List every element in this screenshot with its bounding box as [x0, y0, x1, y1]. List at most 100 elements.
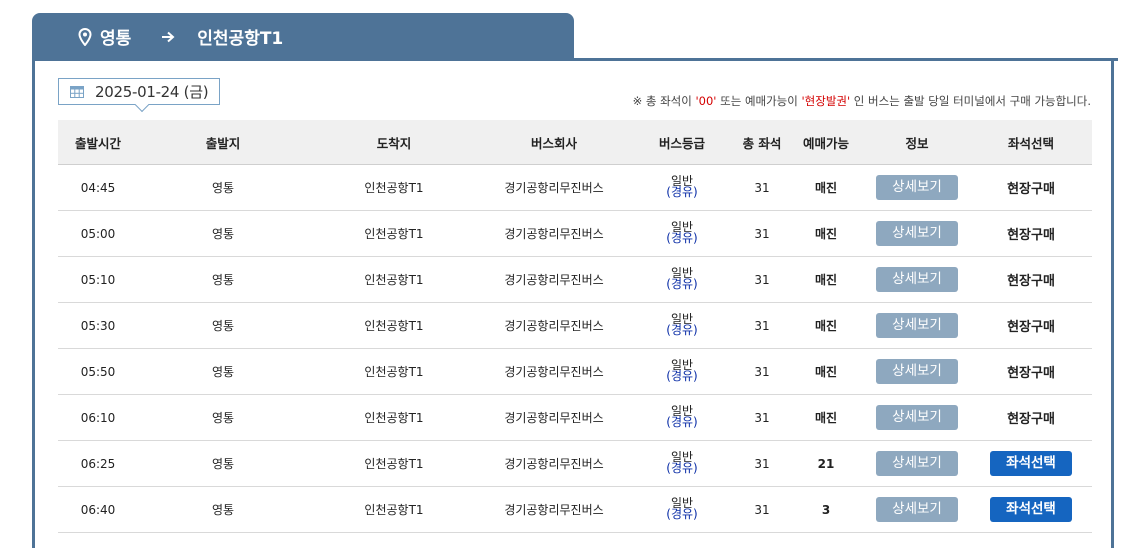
info-cell: 상세보기 [864, 440, 970, 487]
bus-company: 경기공항리무진버스 [480, 486, 628, 533]
header-bus-grade: 버스등급 [628, 120, 736, 165]
origin: 영통 [138, 302, 308, 349]
destination: 인천공항T1 [308, 256, 480, 303]
bus-grade-cell: 일반 (경유) [628, 210, 736, 257]
table-row: 06:40 영통 인천공항T1 경기공항리무진버스 일반 (경유) 31 3 상세보기 좌석선택 [58, 486, 1092, 533]
date-selector[interactable]: 2025-01-24 (금) [58, 78, 220, 113]
route-origin: 영통 [100, 29, 132, 49]
destination: 인천공항T1 [308, 164, 480, 211]
detail-view-button[interactable]: 상세보기 [876, 175, 958, 200]
info-cell: 상세보기 [864, 256, 970, 303]
table-header-row: 출발시간 출발지 도착지 버스회사 버스등급 총 좌석 예매가능 정보 좌석선택 [58, 120, 1092, 165]
bus-grade-cell: 일반 (경유) [628, 348, 736, 395]
detail-view-button[interactable]: 상세보기 [876, 221, 958, 246]
bus-company: 경기공항리무진버스 [480, 302, 628, 349]
seat-select-cell: 현장구매 [970, 164, 1092, 211]
bus-company: 경기공항리무진버스 [480, 164, 628, 211]
bus-grade-via: (경유) [666, 369, 698, 383]
total-seats: 31 [736, 256, 788, 303]
header-available: 예매가능 [788, 120, 864, 165]
bus-company: 경기공항리무진버스 [480, 210, 628, 257]
total-seats: 31 [736, 164, 788, 211]
date-label: 2025-01-24 (금) [95, 83, 209, 101]
seat-select-cell: 좌석선택 [970, 440, 1092, 487]
seat-select-cell: 좌석선택 [970, 486, 1092, 533]
bus-grade-cell: 일반 (경유) [628, 256, 736, 303]
total-seats: 31 [736, 302, 788, 349]
departure-time: 06:10 [58, 394, 138, 441]
available-seats: 3 [788, 486, 864, 533]
seat-select-cell: 현장구매 [970, 210, 1092, 257]
bus-company: 경기공항리무진버스 [480, 440, 628, 487]
header-seat-select: 좌석선택 [970, 120, 1092, 165]
detail-view-button[interactable]: 상세보기 [876, 267, 958, 292]
onsite-purchase-label: 현장구매 [1007, 412, 1055, 427]
departure-time: 04:45 [58, 164, 138, 211]
seat-select-cell: 현장구매 [970, 348, 1092, 395]
table-row: 06:10 영통 인천공항T1 경기공항리무진버스 일반 (경유) 31 매진 상세보기 현장구매 [58, 394, 1092, 441]
arrow-right-icon [161, 31, 175, 43]
detail-view-button[interactable]: 상세보기 [876, 497, 958, 522]
total-seats: 31 [736, 210, 788, 257]
calendar-icon [70, 85, 84, 98]
origin: 영통 [138, 164, 308, 211]
destination: 인천공항T1 [308, 440, 480, 487]
info-cell: 상세보기 [864, 394, 970, 441]
bus-company: 경기공항리무진버스 [480, 348, 628, 395]
bus-grade-via: (경유) [666, 461, 698, 475]
bus-company: 경기공항리무진버스 [480, 256, 628, 303]
bus-grade-via: (경유) [666, 277, 698, 291]
onsite-purchase-label: 현장구매 [1007, 182, 1055, 197]
available-seats: 매진 [788, 164, 864, 211]
departure-time: 06:40 [58, 486, 138, 533]
available-seats: 매진 [788, 348, 864, 395]
detail-view-button[interactable]: 상세보기 [876, 359, 958, 384]
seat-select-button[interactable]: 좌석선택 [990, 451, 1072, 476]
onsite-purchase-label: 현장구매 [1007, 320, 1055, 335]
info-cell: 상세보기 [864, 348, 970, 395]
origin: 영통 [138, 256, 308, 303]
route-destination: 인천공항T1 [197, 29, 284, 49]
destination: 인천공항T1 [308, 486, 480, 533]
bus-grade-cell: 일반 (경유) [628, 164, 736, 211]
header-departure-time: 출발시간 [58, 120, 138, 165]
total-seats: 31 [736, 440, 788, 487]
available-seats: 21 [788, 440, 864, 487]
onsite-purchase-label: 현장구매 [1007, 366, 1055, 381]
departure-time: 05:50 [58, 348, 138, 395]
bus-grade-via: (경유) [666, 231, 698, 245]
seat-select-cell: 현장구매 [970, 256, 1092, 303]
header-info: 정보 [864, 120, 970, 165]
origin: 영통 [138, 486, 308, 533]
onsite-purchase-label: 현장구매 [1007, 228, 1055, 243]
seat-select-cell: 현장구매 [970, 302, 1092, 349]
bus-grade-cell: 일반 (경유) [628, 440, 736, 487]
available-seats: 매진 [788, 302, 864, 349]
bus-grade-via: (경유) [666, 507, 698, 521]
bus-grade-via: (경유) [666, 415, 698, 429]
total-seats: 31 [736, 348, 788, 395]
table-row: 05:00 영통 인천공항T1 경기공항리무진버스 일반 (경유) 31 매진 상세보기 현장구매 [58, 210, 1092, 257]
table-row: 04:45 영통 인천공항T1 경기공항리무진버스 일반 (경유) 31 매진 상세보기 현장구매 [58, 164, 1092, 211]
seat-select-button[interactable]: 좌석선택 [990, 497, 1072, 522]
route-header: 영통 인천공항T1 [32, 13, 574, 60]
origin: 영통 [138, 210, 308, 257]
destination: 인천공항T1 [308, 348, 480, 395]
destination: 인천공항T1 [308, 302, 480, 349]
departure-time: 05:30 [58, 302, 138, 349]
table-row: 05:30 영통 인천공항T1 경기공항리무진버스 일반 (경유) 31 매진 상세보기 현장구매 [58, 302, 1092, 349]
table-row: 06:25 영통 인천공항T1 경기공항리무진버스 일반 (경유) 31 21 상세보기 좌석선택 [58, 440, 1092, 487]
bus-grade-cell: 일반 (경유) [628, 394, 736, 441]
detail-view-button[interactable]: 상세보기 [876, 313, 958, 338]
detail-view-button[interactable]: 상세보기 [876, 405, 958, 430]
detail-view-button[interactable]: 상세보기 [876, 451, 958, 476]
total-seats: 31 [736, 486, 788, 533]
bus-company: 경기공항리무진버스 [480, 394, 628, 441]
bus-grade-via: (경유) [666, 185, 698, 199]
header-origin: 출발지 [138, 120, 308, 165]
origin: 영통 [138, 348, 308, 395]
header-total-seats: 총 좌석 [736, 120, 788, 165]
origin: 영통 [138, 440, 308, 487]
destination: 인천공항T1 [308, 394, 480, 441]
purchase-notice: ※ 총 좌석이 '00' 또는 예매가능이 '현장발권' 인 버스는 출발 당일… [632, 94, 1091, 108]
